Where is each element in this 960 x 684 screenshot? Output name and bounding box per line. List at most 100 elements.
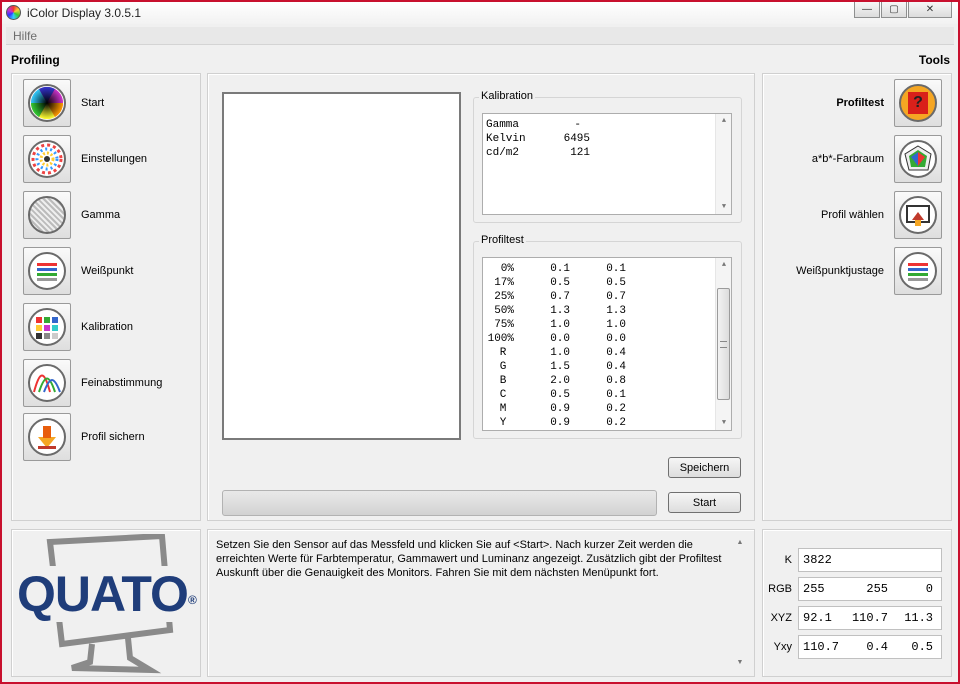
scroll-up-icon[interactable]: ▲ [716, 258, 732, 272]
measurement-value: 255 [866, 582, 888, 596]
scroll-up-icon[interactable]: ▲ [716, 114, 732, 128]
gamut-icon [899, 140, 937, 178]
tool-item-profil-waehlen[interactable]: Profil wählen [762, 190, 942, 240]
nav-item-feinabstimmung[interactable]: Feinabstimmung [23, 358, 162, 408]
profil-waehlen-tool-button[interactable] [894, 191, 942, 239]
profiltest-row: 75% 1.0 1.0 [494, 319, 626, 331]
nav-item-gamma[interactable]: Gamma [23, 190, 120, 240]
tool-label-weisspunktjustage: Weißpunktjustage [796, 265, 884, 277]
profiltest-group: Profiltest 0% 0.1 0.1 17% 0.5 0.5 25% 0.7 0.7 50%… [473, 234, 742, 439]
close-icon: ✕ [925, 4, 935, 15]
maximize-button[interactable]: ▢ [881, 2, 907, 18]
measurement-field[interactable]: 255 255 0 [798, 577, 942, 601]
measurement-label: K [784, 554, 792, 566]
white-point-icon [28, 252, 66, 290]
close-button[interactable]: ✕ [908, 2, 952, 18]
measurement-value: 11.3 [904, 611, 933, 625]
nav-label-feinabstimmung: Feinabstimmung [81, 377, 163, 389]
measurement-preview-box [222, 92, 461, 440]
tools-panel: Profiltest ? a*b*-Farbraum Profil wählen… [762, 73, 952, 521]
start-button[interactable] [23, 79, 71, 127]
scroll-down-icon[interactable]: ▼ [732, 656, 748, 670]
profiltest-row: C 0.5 0.1 [499, 389, 626, 401]
profiltest-row: 100% 0.0 0.0 [487, 333, 626, 345]
scroll-up-icon[interactable]: ▲ [732, 536, 748, 550]
nav-item-weisspunkt[interactable]: Weißpunkt [23, 246, 133, 296]
kalibration-scrollbar[interactable]: ▲ ▼ [715, 114, 731, 214]
profiltest-title: Profiltest [479, 234, 526, 246]
profiltest-row: 50% 1.3 1.3 [494, 305, 626, 317]
profiltest-row: Y 0.9 0.2 [499, 417, 626, 429]
nav-label-start: Start [81, 97, 105, 109]
einstellungen-button[interactable] [23, 135, 71, 183]
kalibration-row: cd/m2 121 [486, 147, 590, 159]
app-window: iColor Display 3.0.5.1 — ▢ ✕ Hilfe Profi… [0, 0, 960, 684]
title-bar[interactable]: iColor Display 3.0.5.1 — ▢ ✕ [2, 2, 958, 24]
tool-item-farbraum[interactable]: a*b*-Farbraum [762, 134, 942, 184]
nav-label-profil-sichern: Profil sichern [81, 431, 145, 443]
profiltest-tool-button[interactable]: ? [894, 79, 942, 127]
nav-item-profil-sichern[interactable]: Profil sichern [23, 412, 145, 462]
profiltest-row: 17% 0.5 0.5 [494, 277, 626, 289]
measurement-value: 92.1 [803, 611, 832, 625]
measurement-row-k: K 3822 [766, 548, 944, 572]
tool-item-profiltest[interactable]: Profiltest ? [762, 78, 942, 128]
menu-help[interactable]: Hilfe [13, 29, 37, 43]
measurement-value: 255 [803, 582, 825, 596]
start-measure-button[interactable]: Start [668, 492, 741, 513]
profil-sichern-button[interactable] [23, 413, 71, 461]
measurement-field[interactable]: 110.7 0.4 0.5 [798, 635, 942, 659]
tool-label-profiltest: Profiltest [836, 97, 884, 109]
measurement-value: 110.7 [803, 640, 840, 654]
scroll-thumb[interactable] [717, 288, 730, 400]
nav-label-kalibration: Kalibration [81, 321, 133, 333]
profiltest-scrollbar[interactable]: ▲ ▼ [715, 258, 731, 430]
feinabstimmung-button[interactable] [23, 359, 71, 407]
nav-item-start[interactable]: Start [23, 78, 104, 128]
curves-icon [28, 364, 66, 402]
measurement-value: 110.7 [851, 611, 888, 625]
kalibration-list: Gamma - Kelvin 6495 cd/m2 121 [486, 118, 590, 160]
measurement-label: Yxy [773, 641, 792, 653]
gamma-button[interactable] [23, 191, 71, 239]
window-controls: — ▢ ✕ [853, 2, 952, 18]
nav-item-kalibration[interactable]: Kalibration [23, 302, 133, 352]
tool-label-farbraum: a*b*-Farbraum [811, 153, 884, 165]
kalibration-button[interactable] [23, 303, 71, 351]
info-scrollbar[interactable]: ▲ ▼ [732, 536, 748, 670]
scroll-down-icon[interactable]: ▼ [716, 416, 732, 430]
menu-bar: Hilfe [6, 27, 954, 45]
calibration-grid-icon [28, 308, 66, 346]
weisspunktjustage-tool-button[interactable] [894, 247, 942, 295]
kalibration-textarea[interactable]: Gamma - Kelvin 6495 cd/m2 121 ▲ ▼ [482, 113, 732, 215]
scroll-down-icon[interactable]: ▼ [716, 200, 732, 214]
nav-label-einstellungen: Einstellungen [81, 153, 148, 165]
measurement-label: RGB [768, 583, 792, 595]
measurement-field[interactable]: 92.1 110.7 11.3 [798, 606, 942, 630]
measurement-value: 0 [925, 582, 933, 596]
measurement-label: XYZ [770, 612, 792, 624]
kalibration-group: Kalibration Gamma - Kelvin 6495 cd/m2 121 ▲… [473, 90, 742, 223]
save-profile-icon [28, 418, 66, 456]
kalibration-row: Kelvin 6495 [486, 133, 590, 145]
profiltest-row: 0% 0.1 0.1 [500, 263, 626, 275]
minimize-button[interactable]: — [854, 2, 880, 18]
nav-label-weisspunkt: Weißpunkt [81, 265, 134, 277]
kalibration-row: Gamma - [486, 119, 581, 131]
measurement-row-yxy: Yxy 110.7 0.4 0.5 [766, 635, 944, 659]
grip-icon [720, 341, 727, 348]
weisspunkt-button[interactable] [23, 247, 71, 295]
measurement-field[interactable]: 3822 [798, 548, 942, 572]
profiltest-row: G 1.5 0.4 [499, 361, 626, 373]
app-icon [6, 5, 21, 20]
farbraum-tool-button[interactable] [894, 135, 942, 183]
tool-item-weisspunktjustage[interactable]: Weißpunktjustage [762, 246, 942, 296]
profiltest-row: 25% 0.7 0.7 [494, 291, 626, 303]
save-button[interactable]: Speichern [668, 457, 741, 478]
nav-item-einstellungen[interactable]: Einstellungen [23, 134, 147, 184]
kalibration-title: Kalibration [479, 90, 535, 102]
profiltest-row: M 0.9 0.2 [499, 403, 626, 415]
quato-logo: QUATO® [15, 566, 198, 622]
profiltest-textarea[interactable]: 0% 0.1 0.1 17% 0.5 0.5 25% 0.7 0.7 50% 1.3 1.3 75% 1.… [482, 257, 732, 431]
window-title: iColor Display 3.0.5.1 [27, 6, 142, 20]
